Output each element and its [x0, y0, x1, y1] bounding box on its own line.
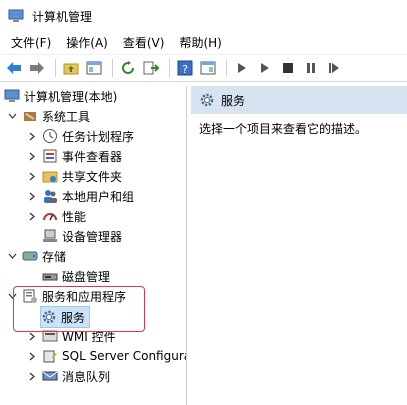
- tree-label: SQL Server Configura: [62, 349, 187, 363]
- toolbar-separator: [112, 59, 113, 77]
- svg-text:?: ?: [182, 63, 188, 76]
- tree-label: 设备管理器: [62, 229, 123, 244]
- chevron-right-icon[interactable]: [26, 130, 38, 142]
- sql-server-icon: [42, 348, 58, 364]
- tree-item-message-queue[interactable]: 消息队列: [26, 366, 110, 386]
- tree-item-services[interactable]: 服务: [40, 306, 91, 328]
- tree-item-device-manager[interactable]: 设备管理器: [42, 226, 122, 246]
- toolbar-separator: [169, 59, 170, 77]
- tree-item-wmi[interactable]: WMI 控件: [26, 326, 116, 346]
- forward-arrow-icon[interactable]: [27, 58, 47, 78]
- users-icon: [42, 188, 58, 204]
- tree-label: 磁盘管理: [62, 269, 111, 284]
- start-service-icon[interactable]: [232, 58, 252, 78]
- details-header: 服务: [191, 86, 407, 114]
- details-pane: 服务 选择一个项目来查看它的描述。: [191, 86, 407, 405]
- chevron-right-icon[interactable]: [26, 330, 38, 342]
- export-list-icon[interactable]: [141, 58, 161, 78]
- details-title: 服务: [221, 93, 246, 108]
- details-description: 选择一个项目来查看它的描述。: [199, 122, 368, 136]
- tree-label: 共享文件夹: [62, 169, 123, 184]
- system-tools-icon: [22, 108, 38, 124]
- chevron-right-icon[interactable]: [26, 350, 38, 362]
- tree-item-sql-config[interactable]: SQL Server Configura: [26, 346, 187, 366]
- tree-item-event-viewer[interactable]: 事件查看器: [26, 146, 122, 166]
- storage-icon: [22, 248, 38, 264]
- pause-service-icon[interactable]: [301, 58, 321, 78]
- toolbar-separator: [55, 59, 56, 77]
- tree-item-shared-folders[interactable]: 共享文件夹: [26, 166, 122, 186]
- console-tree: 计算机管理(本地) 系统工具 任务计划程序 事件查看器 共享文件夹 本地用户和组…: [0, 86, 187, 405]
- gear-icon: [200, 93, 214, 107]
- tree-item-services-apps[interactable]: 服务和应用程序: [6, 286, 126, 306]
- tree-label: 计算机管理(本地): [24, 89, 118, 104]
- tree-label: 系统工具: [42, 109, 91, 124]
- performance-icon: [42, 208, 58, 224]
- disk-icon: [42, 268, 58, 284]
- menu-view[interactable]: 查看(V): [118, 32, 170, 54]
- chevron-down-icon[interactable]: [6, 290, 18, 302]
- tree-label: 服务和应用程序: [42, 289, 127, 304]
- tree-item-system-tools[interactable]: 系统工具: [6, 106, 90, 126]
- stop-service-icon[interactable]: [278, 58, 298, 78]
- shared-folder-icon: [42, 168, 58, 184]
- show-hide-console-tree-icon[interactable]: [84, 58, 104, 78]
- tree-item-disk-management[interactable]: 磁盘管理: [42, 266, 110, 286]
- tree-label: 消息队列: [62, 369, 111, 384]
- tree-label: 服务: [61, 310, 86, 325]
- chevron-down-icon[interactable]: [6, 250, 18, 262]
- tree-label: 本地用户和组: [62, 189, 135, 204]
- start-alt-icon[interactable]: [255, 58, 275, 78]
- tree-item-task-scheduler[interactable]: 任务计划程序: [26, 126, 134, 146]
- window-title: 计算机管理: [32, 9, 93, 24]
- toolbar-separator: [226, 59, 227, 77]
- chevron-right-icon[interactable]: [26, 210, 38, 222]
- chevron-down-icon[interactable]: [6, 110, 18, 122]
- toolbar: ?: [0, 55, 407, 82]
- tree-label: 事件查看器: [62, 149, 123, 164]
- tree-item-local-users[interactable]: 本地用户和组: [26, 186, 134, 206]
- restart-service-icon[interactable]: [324, 58, 344, 78]
- properties-icon[interactable]: [198, 58, 218, 78]
- chevron-right-icon[interactable]: [26, 150, 38, 162]
- tree-label: 任务计划程序: [62, 129, 135, 144]
- tree-item-performance[interactable]: 性能: [26, 206, 86, 226]
- menu-file[interactable]: 文件(F): [6, 32, 56, 54]
- computer-management-icon: [8, 9, 24, 22]
- tree-label: 存储: [42, 249, 67, 264]
- tree-label: WMI 控件: [62, 329, 116, 344]
- chevron-right-icon[interactable]: [26, 170, 38, 182]
- up-folder-icon[interactable]: [61, 58, 81, 78]
- chevron-right-icon[interactable]: [26, 190, 38, 202]
- menu-bar: 文件(F) 操作(A) 查看(V) 帮助(H): [0, 32, 407, 55]
- chevron-right-icon[interactable]: [26, 370, 38, 382]
- menu-action[interactable]: 操作(A): [61, 32, 113, 54]
- gear-icon: [41, 309, 57, 325]
- title-bar: 计算机管理: [0, 0, 407, 32]
- tree-item-storage[interactable]: 存储: [6, 246, 66, 266]
- help-icon[interactable]: ?: [175, 58, 195, 78]
- menu-help[interactable]: 帮助(H): [174, 32, 226, 54]
- tree-item-root[interactable]: 计算机管理(本地): [4, 86, 117, 106]
- device-manager-icon: [42, 228, 58, 244]
- services-apps-icon: [22, 288, 38, 304]
- computer-management-icon: [4, 88, 20, 104]
- clock-icon: [42, 128, 58, 144]
- message-queue-icon: [42, 368, 58, 384]
- main-area: 计算机管理(本地) 系统工具 任务计划程序 事件查看器 共享文件夹 本地用户和组…: [0, 86, 407, 405]
- back-arrow-icon[interactable]: [4, 58, 24, 78]
- event-viewer-icon: [42, 148, 58, 164]
- refresh-icon[interactable]: [118, 58, 138, 78]
- tree-label: 性能: [62, 209, 87, 224]
- wmi-icon: [42, 328, 58, 344]
